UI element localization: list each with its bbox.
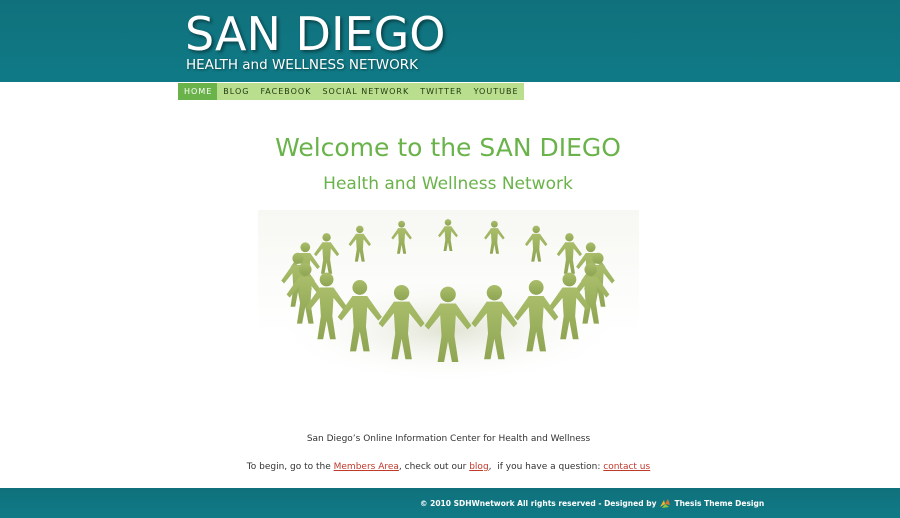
intro-middle2: , if you have a question: bbox=[488, 462, 604, 472]
welcome-subheading: Health and Wellness Network bbox=[323, 174, 573, 194]
person-figure bbox=[484, 220, 505, 254]
blog-link[interactable]: blog bbox=[469, 462, 488, 472]
site-footer: © 2010 SDHWnetwork All rights reserved -… bbox=[0, 488, 900, 518]
site-header: SAN DIEGO HEALTH and WELLNESS NETWORK bbox=[0, 0, 900, 82]
nav-item-home[interactable]: HOME bbox=[178, 83, 218, 100]
thesis-theme-link[interactable]: Thesis Theme Design bbox=[674, 498, 764, 509]
people-circle-icon bbox=[273, 219, 623, 385]
nav-item-blog[interactable]: BLOG bbox=[217, 83, 254, 100]
people-circle-illustration bbox=[258, 210, 639, 386]
nav-item-facebook[interactable]: FACEBOOK bbox=[254, 83, 316, 100]
person-figure bbox=[525, 225, 548, 262]
intro-middle: , check out our bbox=[398, 462, 470, 472]
nav-item-twitter[interactable]: TWITTER bbox=[414, 83, 467, 100]
intro-text: To begin, go to the Members Area, check … bbox=[0, 461, 897, 473]
person-figure bbox=[438, 219, 458, 251]
nav-item-social-network[interactable]: SOCIAL NETWORK bbox=[316, 83, 414, 100]
person-figure bbox=[391, 220, 412, 254]
members-area-link[interactable]: Members Area bbox=[334, 462, 399, 472]
site-subtitle: HEALTH and WELLNESS NETWORK bbox=[186, 57, 419, 73]
thesis-logo-icon bbox=[659, 498, 671, 509]
contact-us-link[interactable]: contact us bbox=[603, 462, 650, 472]
site-title[interactable]: SAN DIEGO bbox=[185, 8, 445, 60]
intro-prefix: To begin, go to the bbox=[246, 462, 334, 472]
main-nav: HOME BLOG FACEBOOK SOCIAL NETWORK TWITTE… bbox=[178, 83, 524, 100]
nav-item-youtube[interactable]: YOUTUBE bbox=[468, 83, 524, 100]
person-figure bbox=[348, 225, 371, 262]
welcome-heading: Welcome to the SAN DIEGO bbox=[275, 133, 621, 162]
copyright-text: © 2010 SDHWnetwork All rights reserved -… bbox=[420, 499, 657, 508]
footer-credits: © 2010 SDHWnetwork All rights reserved -… bbox=[420, 498, 764, 509]
tagline-text: San Diego’s Online Information Center fo… bbox=[306, 434, 591, 444]
